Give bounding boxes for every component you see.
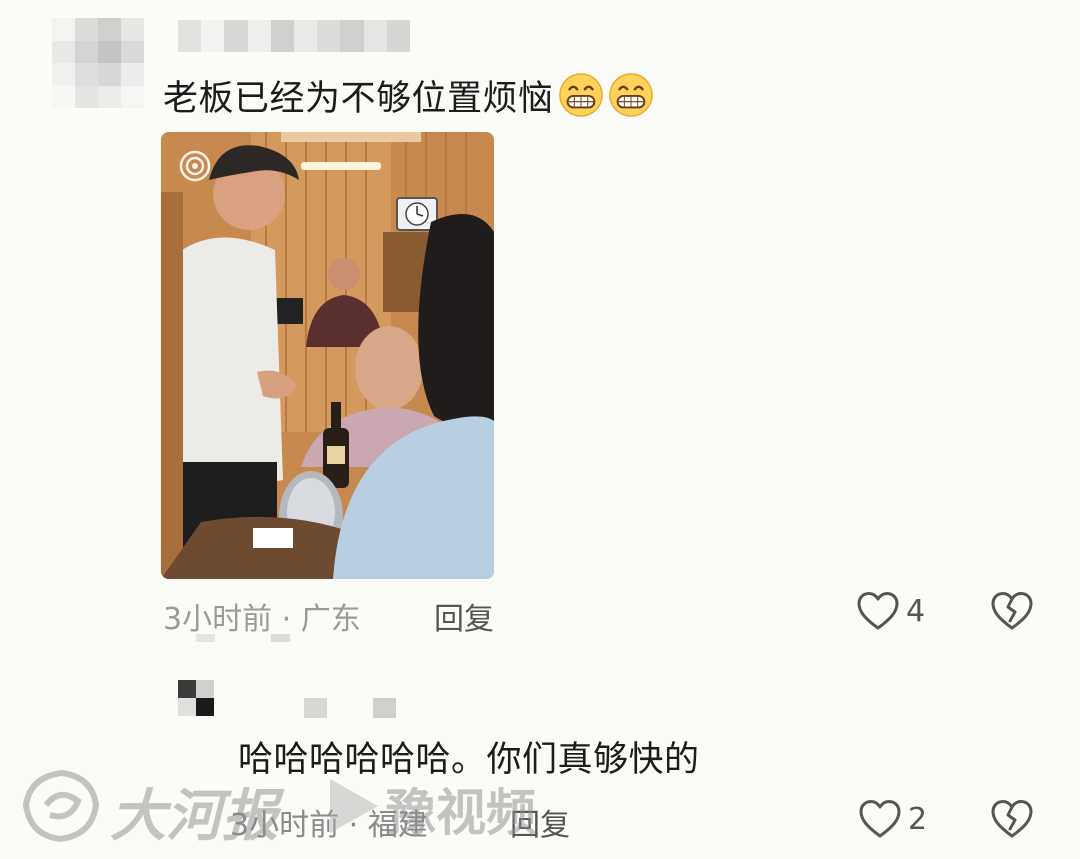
comment-text: 哈哈哈哈哈哈。你们真够快的: [238, 740, 700, 780]
heart-icon[interactable]: [856, 590, 900, 632]
reply-button[interactable]: 回复: [510, 800, 570, 844]
username-blurred[interactable]: [178, 20, 410, 52]
dahebao-logo-icon: [22, 769, 100, 843]
comment-photo[interactable]: [161, 132, 494, 579]
broken-heart-icon[interactable]: [990, 590, 1034, 632]
comment-meta: 3小时前 · 福建: [230, 808, 428, 843]
avatar[interactable]: [52, 18, 144, 108]
comment-text: 老板已经为不够位置烦恼: [163, 70, 654, 121]
avatar[interactable]: [178, 680, 214, 716]
restaurant-photo-image: [161, 132, 494, 579]
comment-text-content: 老板已经为不够位置烦恼: [163, 79, 554, 119]
like-count: 4: [906, 594, 926, 629]
like-count: 2: [908, 802, 928, 837]
grinning-face-emoji-icon: [558, 73, 603, 117]
comment-meta: 3小时前 · 广东: [163, 602, 361, 637]
reply-button[interactable]: 回复: [434, 594, 494, 638]
heart-icon[interactable]: [858, 798, 902, 840]
grinning-face-emoji-icon: [608, 73, 653, 117]
meta-underline-blur: [196, 634, 290, 642]
username-blurred[interactable]: [304, 698, 396, 718]
broken-heart-icon[interactable]: [990, 798, 1034, 840]
